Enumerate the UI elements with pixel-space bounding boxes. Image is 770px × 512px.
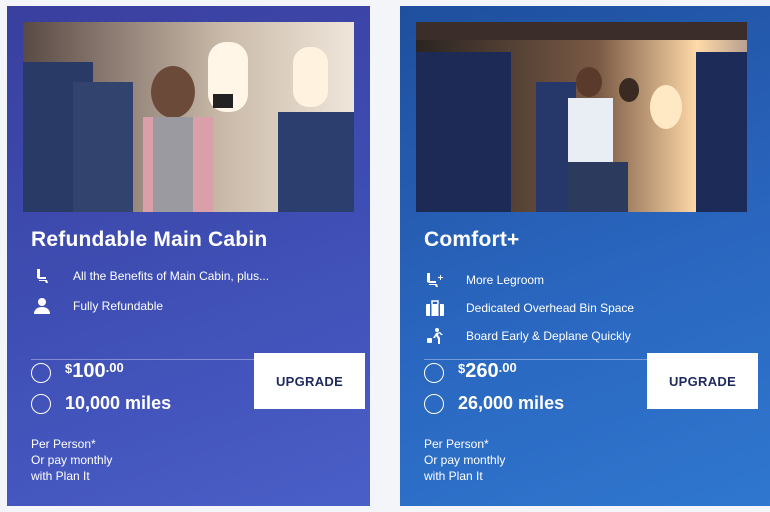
fare-title: Refundable Main Cabin xyxy=(31,228,268,251)
miles-radio[interactable] xyxy=(31,394,51,414)
price-label: $100.00 xyxy=(65,360,124,382)
upgrade-button[interactable]: UPGRADE xyxy=(254,353,365,409)
price-label: $260.00 xyxy=(458,360,517,382)
price-radio[interactable] xyxy=(31,363,51,383)
feature-item: All the Benefits of Main Cabin, plus... xyxy=(31,266,269,286)
person-icon xyxy=(31,296,53,316)
feature-label: Dedicated Overhead Bin Space xyxy=(466,301,635,315)
walking-luggage-icon xyxy=(424,326,446,346)
feature-label: More Legroom xyxy=(466,273,545,287)
miles-label: 10,000 miles xyxy=(65,393,172,413)
feature-item: Dedicated Overhead Bin Space xyxy=(424,298,634,318)
fare-card-refundable-main-cabin: Refundable Main Cabin All the Benefits o… xyxy=(7,6,370,506)
fine-print: Per Person* Or pay monthly with Plan It xyxy=(31,437,113,483)
cabin-photo xyxy=(23,22,354,212)
upgrade-button[interactable]: UPGRADE xyxy=(647,353,758,409)
seat-icon xyxy=(31,266,53,286)
fare-card-comfort-plus: Comfort+ More Legroom Dedicated Overhead… xyxy=(400,6,770,506)
miles-label: 26,000 miles xyxy=(458,393,565,413)
feature-label: Board Early & Deplane Quickly xyxy=(466,329,631,343)
price-radio[interactable] xyxy=(424,363,444,383)
fare-title: Comfort+ xyxy=(424,228,520,251)
feature-item: Fully Refundable xyxy=(31,296,163,316)
fine-print: Per Person* Or pay monthly with Plan It xyxy=(424,437,506,483)
feature-item: More Legroom xyxy=(424,270,544,290)
cabin-photo xyxy=(416,22,747,212)
feature-label: All the Benefits of Main Cabin, plus... xyxy=(73,269,270,283)
miles-radio[interactable] xyxy=(424,394,444,414)
feature-item: Board Early & Deplane Quickly xyxy=(424,326,631,346)
luggage-icon xyxy=(424,298,446,318)
feature-label: Fully Refundable xyxy=(73,299,164,313)
seat-plus-icon xyxy=(424,270,446,290)
